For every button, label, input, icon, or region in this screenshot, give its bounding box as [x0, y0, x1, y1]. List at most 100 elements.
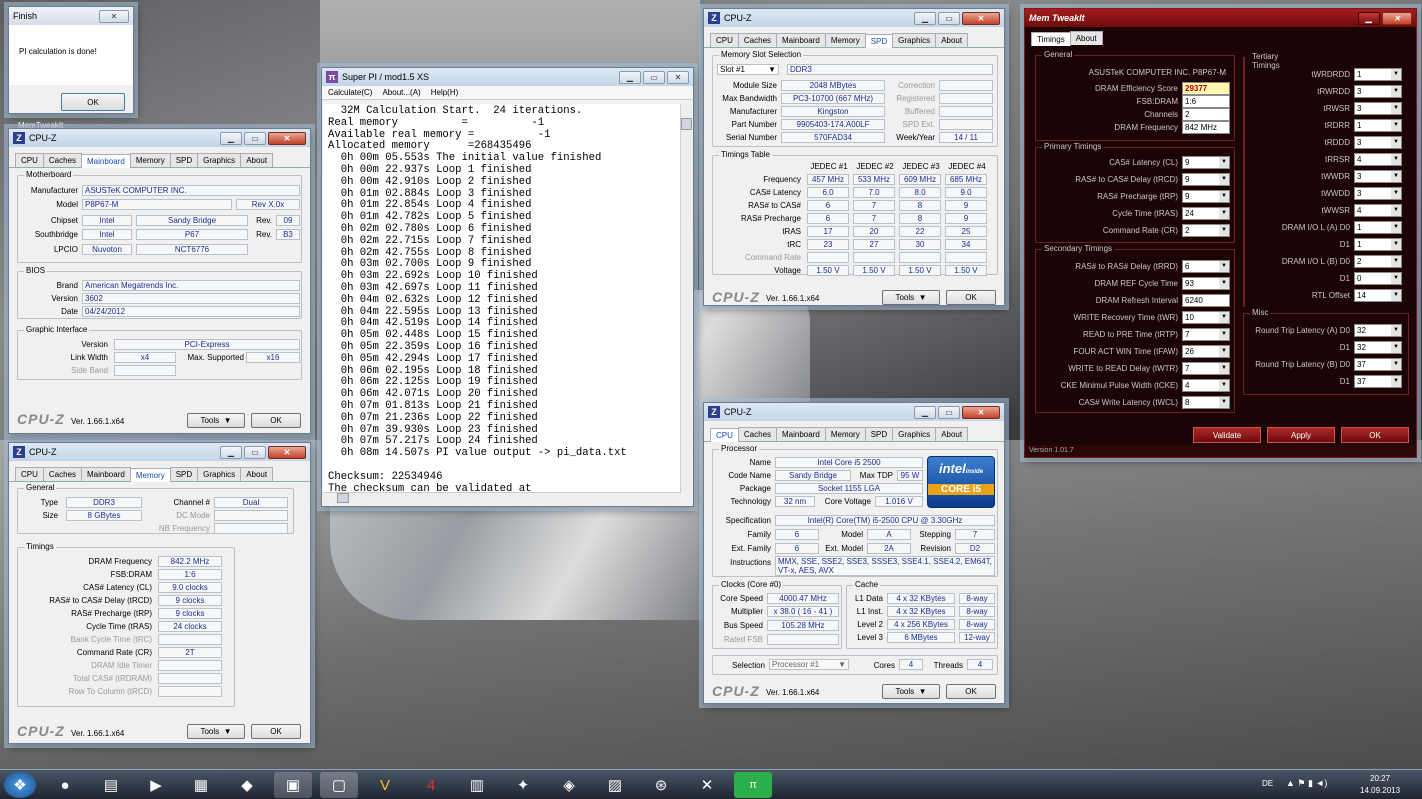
close-button[interactable]: ✕ — [962, 11, 1000, 25]
app-icon[interactable]: ✕ — [688, 772, 726, 798]
timing-input[interactable]: 0 — [1354, 272, 1402, 285]
ok-button[interactable]: OK — [251, 413, 301, 428]
tab-caches[interactable]: Caches — [737, 33, 778, 47]
timing-input[interactable]: 6 — [1182, 260, 1230, 273]
maximize-button[interactable]: ▭ — [938, 11, 960, 25]
tools-button[interactable]: Tools ▼ — [187, 413, 245, 428]
minimize-button[interactable]: ▁ — [1358, 11, 1380, 25]
tools-button[interactable]: Tools ▼ — [882, 290, 940, 305]
tab-cpu[interactable]: CPU — [15, 153, 44, 167]
tab-cpu[interactable]: CPU — [710, 428, 739, 442]
timing-input[interactable]: 93 — [1182, 277, 1230, 290]
timing-input[interactable]: 29377 — [1182, 82, 1230, 95]
timing-input[interactable]: 9 — [1182, 190, 1230, 203]
timing-input[interactable]: 37 — [1354, 375, 1402, 388]
app-icon[interactable]: 4 — [412, 772, 450, 798]
timing-input[interactable]: 32 — [1354, 341, 1402, 354]
timing-input[interactable]: 14 — [1354, 289, 1402, 302]
validate-button[interactable]: Validate — [1193, 427, 1261, 443]
horizontal-scrollbar[interactable] — [323, 492, 681, 504]
ok-button[interactable]: OK — [251, 724, 301, 739]
language-indicator[interactable]: DE — [1262, 779, 1273, 788]
timing-input[interactable]: 37 — [1354, 358, 1402, 371]
close-button[interactable]: ✕ — [667, 70, 689, 84]
app-icon[interactable]: ▨ — [596, 772, 634, 798]
tab-cpu[interactable]: CPU — [710, 33, 739, 47]
chrome-icon[interactable]: ● — [46, 772, 84, 798]
tab-caches[interactable]: Caches — [42, 153, 83, 167]
timing-input[interactable]: 9 — [1182, 173, 1230, 186]
tab-graphics[interactable]: Graphics — [197, 467, 242, 481]
slot-select[interactable]: Slot #1 ▼ — [717, 64, 779, 75]
app-icon[interactable]: ▦ — [182, 772, 220, 798]
explorer-icon[interactable]: ▤ — [92, 772, 130, 798]
timing-input[interactable]: 3 — [1354, 136, 1402, 149]
tab-memory[interactable]: Memory — [129, 468, 171, 482]
tab-about[interactable]: About — [935, 33, 969, 47]
timing-input[interactable]: 1 — [1354, 238, 1402, 251]
app-icon[interactable]: ◈ — [550, 772, 588, 798]
minimize-button[interactable]: ▁ — [220, 131, 242, 145]
tab-memory[interactable]: Memory — [824, 427, 866, 441]
app-icon[interactable]: ◆ — [228, 772, 266, 798]
tab-timings[interactable]: Timings — [1031, 32, 1071, 46]
app-icon[interactable]: ▥ — [458, 772, 496, 798]
timing-input[interactable]: 1 — [1354, 221, 1402, 234]
timing-input[interactable]: 7 — [1182, 328, 1230, 341]
superpi-task-icon[interactable]: π — [734, 772, 772, 798]
timing-input[interactable]: 2 — [1182, 224, 1230, 237]
scroll-thumb[interactable] — [337, 493, 349, 503]
close-button[interactable]: ✕ — [99, 9, 129, 23]
maximize-button[interactable]: ▭ — [643, 70, 665, 84]
timing-input[interactable]: 3 — [1354, 187, 1402, 200]
tab-spd[interactable]: SPD — [864, 427, 894, 441]
timing-input[interactable]: 1 — [1354, 68, 1402, 81]
ok-button[interactable]: OK — [1341, 427, 1409, 443]
timing-input[interactable]: 2 — [1354, 255, 1402, 268]
minimize-button[interactable]: ▁ — [914, 405, 936, 419]
close-button[interactable]: ✕ — [1382, 11, 1412, 25]
tab-caches[interactable]: Caches — [42, 467, 83, 481]
menu-about[interactable]: About...(A) — [382, 88, 420, 97]
tab-cpu[interactable]: CPU — [15, 467, 44, 481]
clock-time[interactable]: 20:27 — [1370, 774, 1390, 783]
app-icon[interactable]: ✦ — [504, 772, 542, 798]
timing-input[interactable]: 32 — [1354, 324, 1402, 337]
menu-help[interactable]: Help(H) — [431, 88, 459, 97]
ok-button[interactable]: OK — [61, 93, 125, 111]
timing-input[interactable]: 1 — [1354, 119, 1402, 132]
timing-input[interactable]: 26 — [1182, 345, 1230, 358]
timing-input[interactable]: 4 — [1354, 153, 1402, 166]
tab-about[interactable]: About — [1069, 31, 1103, 45]
timing-input[interactable]: 9 — [1182, 156, 1230, 169]
apply-button[interactable]: Apply — [1267, 427, 1335, 443]
tab-about[interactable]: About — [935, 427, 969, 441]
timing-input[interactable]: 8 — [1182, 396, 1230, 409]
maximize-button[interactable]: ▭ — [244, 445, 266, 459]
processor-select[interactable]: Processor #1 ▼ — [769, 659, 849, 670]
timing-input[interactable]: 3 — [1354, 85, 1402, 98]
tab-graphics[interactable]: Graphics — [892, 427, 937, 441]
tab-caches[interactable]: Caches — [737, 427, 778, 441]
ok-button[interactable]: OK — [946, 290, 996, 305]
timing-input[interactable]: 4 — [1354, 204, 1402, 217]
tab-spd[interactable]: SPD — [169, 467, 199, 481]
tab-graphics[interactable]: Graphics — [892, 33, 937, 47]
start-button[interactable]: ❖ — [4, 772, 36, 798]
tab-mainboard[interactable]: Mainboard — [776, 427, 826, 441]
tab-memory[interactable]: Memory — [129, 153, 171, 167]
timing-input[interactable]: 24 — [1182, 207, 1230, 220]
timing-input[interactable]: 1:6 — [1182, 95, 1230, 108]
tab-memory[interactable]: Memory — [824, 33, 866, 47]
tab-mainboard[interactable]: Mainboard — [81, 154, 131, 168]
clock-date[interactable]: 14.09.2013 — [1360, 786, 1400, 795]
tab-about[interactable]: About — [240, 153, 274, 167]
ok-button[interactable]: OK — [946, 684, 996, 699]
close-button[interactable]: ✕ — [268, 445, 306, 459]
tools-button[interactable]: Tools ▼ — [187, 724, 245, 739]
timing-input[interactable]: 3 — [1354, 102, 1402, 115]
tools-button[interactable]: Tools ▼ — [882, 684, 940, 699]
app-icon[interactable]: V — [366, 772, 404, 798]
tab-graphics[interactable]: Graphics — [197, 153, 242, 167]
timing-input[interactable]: 842 MHz — [1182, 121, 1230, 134]
